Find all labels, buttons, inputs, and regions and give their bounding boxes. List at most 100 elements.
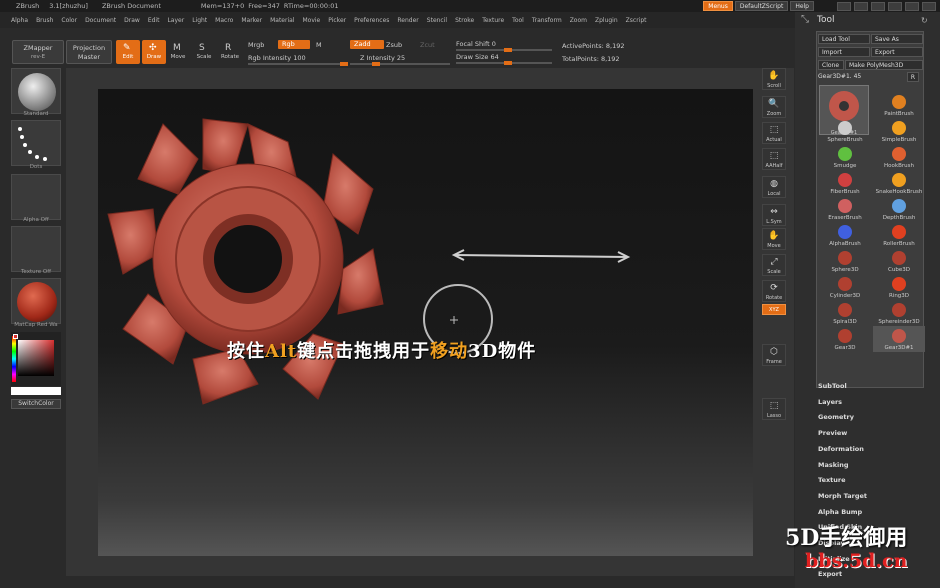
tool-sphere3d[interactable]: Sphere3D	[819, 248, 871, 274]
alpha-slot[interactable]	[11, 174, 61, 220]
tool-cylinder3d[interactable]: Cylinder3D	[819, 274, 871, 300]
menu-texture[interactable]: Texture	[482, 17, 504, 24]
tool-gear3d1[interactable]: Gear3D#1	[873, 326, 925, 352]
rgb-intensity-track[interactable]	[248, 62, 348, 66]
shelf-scroll-button[interactable]: ✋ Scroll	[762, 68, 786, 90]
menu-zplugin[interactable]: Zplugin	[595, 17, 618, 24]
draw-size-track[interactable]	[456, 61, 552, 65]
rgb-button[interactable]: Rgb	[278, 40, 310, 49]
r-button[interactable]: R	[907, 72, 919, 82]
hue-strip[interactable]	[12, 336, 16, 382]
tool-hookbrush[interactable]: HookBrush	[873, 144, 925, 170]
menu-macro[interactable]: Macro	[215, 17, 233, 24]
section-geometry[interactable]: Geometry	[818, 413, 854, 421]
export-button[interactable]: Export	[871, 47, 923, 57]
tool-spherebrush[interactable]: SphereBrush	[819, 118, 871, 144]
menu-stencil[interactable]: Stencil	[427, 17, 447, 24]
make-polymesh-button[interactable]: Make PolyMesh3D	[845, 60, 923, 70]
shelf-move-button[interactable]: ✋ Move	[762, 228, 786, 250]
tool-ring3d[interactable]: Ring3D	[873, 274, 925, 300]
stroke-slot[interactable]	[11, 120, 61, 166]
section-deformation[interactable]: Deformation	[818, 445, 864, 453]
menu-preferences[interactable]: Preferences	[354, 17, 389, 24]
menu-brush[interactable]: Brush	[36, 17, 53, 24]
menu-edit[interactable]: Edit	[148, 17, 160, 24]
tool-eraserbrush[interactable]: EraserBrush	[819, 196, 871, 222]
material-slot[interactable]	[11, 278, 61, 324]
menu-draw[interactable]: Draw	[124, 17, 140, 24]
zmapper-button[interactable]: ZMapper rev-E	[12, 40, 64, 64]
section-texture[interactable]: Texture	[818, 476, 846, 484]
palette-icon[interactable]	[854, 1, 868, 11]
refresh-icon[interactable]: ↻	[921, 16, 928, 25]
menu-layer[interactable]: Layer	[167, 17, 184, 24]
section-layers[interactable]: Layers	[818, 398, 842, 406]
menu-color[interactable]: Color	[61, 17, 77, 24]
tool-alphabrush[interactable]: AlphaBrush	[819, 222, 871, 248]
focal-shift-slider[interactable]: Focal Shift 0	[456, 40, 496, 48]
zsub-button[interactable]: Zsub	[386, 41, 402, 49]
tool-smudge[interactable]: Smudge	[819, 144, 871, 170]
minimize-icon[interactable]	[888, 1, 902, 11]
section-morph-target[interactable]: Morph Target	[818, 492, 867, 500]
tool-simplebrush[interactable]: SimpleBrush	[873, 118, 925, 144]
brush-slot[interactable]	[11, 68, 61, 114]
tool-rollerbrush[interactable]: RollerBrush	[873, 222, 925, 248]
shelf-aahalf-button[interactable]: ⬚ AAHalf	[762, 148, 786, 170]
focal-shift-track[interactable]	[456, 48, 552, 52]
color-picker[interactable]	[11, 332, 61, 386]
maximize-icon[interactable]	[905, 1, 919, 11]
shelf-rotate-button[interactable]: ⟳ Rotate	[762, 280, 786, 302]
z-intensity-slider[interactable]: Z Intensity 25	[360, 54, 405, 62]
draw-size-slider[interactable]: Draw Size 64	[456, 53, 499, 61]
section-subtool[interactable]: SubTool	[818, 382, 847, 390]
menu-render[interactable]: Render	[397, 17, 418, 24]
tool-paintbrush[interactable]: PaintBrush	[873, 92, 925, 118]
menu-marker[interactable]: Marker	[241, 17, 262, 24]
menu-zscript[interactable]: Zscript	[626, 17, 647, 24]
tool-snakehookbrush[interactable]: SnakeHookBrush	[873, 170, 925, 196]
menu-zoom[interactable]: Zoom	[570, 17, 587, 24]
section-alpha-bump[interactable]: Alpha Bump	[818, 508, 862, 516]
menu-movie[interactable]: Movie	[302, 17, 320, 24]
layout-icon[interactable]	[837, 1, 851, 11]
move-button[interactable]: M Move	[166, 40, 190, 64]
draw-button[interactable]: ✣ Draw	[142, 40, 166, 64]
rgb-intensity-slider[interactable]: Rgb Intensity 100	[248, 54, 306, 62]
shelf-lsym-button[interactable]: ⇔ L.Sym	[762, 204, 786, 226]
tool-spiral3d[interactable]: Spiral3D	[819, 300, 871, 326]
tool-fiberbrush[interactable]: FiberBrush	[819, 170, 871, 196]
tool-cube3d[interactable]: Cube3D	[873, 248, 925, 274]
menus-button[interactable]: Menus	[703, 1, 733, 11]
menu-transform[interactable]: Transform	[532, 17, 562, 24]
menu-picker[interactable]: Picker	[328, 17, 346, 24]
rotate-button[interactable]: R Rotate	[218, 40, 242, 64]
menu-tool[interactable]: Tool	[512, 17, 524, 24]
menu-light[interactable]: Light	[192, 17, 207, 24]
tool-gear3d[interactable]: Gear3D	[819, 326, 871, 352]
shelf-scale-button[interactable]: ⤢ Scale	[762, 254, 786, 276]
shelf-actual-button[interactable]: ⬚ Actual	[762, 122, 786, 144]
save-as-button[interactable]: Save As	[871, 34, 923, 44]
shelf-zoom-button[interactable]: 🔍 Zoom	[762, 96, 786, 118]
lock-icon[interactable]	[871, 1, 885, 11]
menu-alpha[interactable]: Alpha	[11, 17, 28, 24]
tool-depthbrush[interactable]: DepthBrush	[873, 196, 925, 222]
projection-master-button[interactable]: Projection Master	[66, 40, 112, 64]
m-button[interactable]: M	[316, 41, 322, 49]
secondary-color-swatch[interactable]	[11, 387, 61, 395]
zadd-button[interactable]: Zadd	[350, 40, 384, 49]
color-square[interactable]	[18, 340, 54, 376]
tool-sphereinder3d[interactable]: Sphereinder3D	[873, 300, 925, 326]
shelf-lasso-button[interactable]: ⬚ Lasso	[762, 398, 786, 420]
clone-button[interactable]: Clone	[818, 60, 844, 70]
menu-stroke[interactable]: Stroke	[455, 17, 474, 24]
help-button[interactable]: Help	[790, 1, 814, 11]
z-intensity-track[interactable]	[350, 62, 450, 66]
zcut-button[interactable]: Zcut	[420, 41, 435, 49]
default-zscript-button[interactable]: DefaultZScript	[734, 1, 789, 11]
scale-button[interactable]: S Scale	[192, 40, 216, 64]
section-preview[interactable]: Preview	[818, 429, 847, 437]
texture-slot[interactable]	[11, 226, 61, 272]
shelf-xyz-button[interactable]: XYZ	[762, 304, 786, 315]
